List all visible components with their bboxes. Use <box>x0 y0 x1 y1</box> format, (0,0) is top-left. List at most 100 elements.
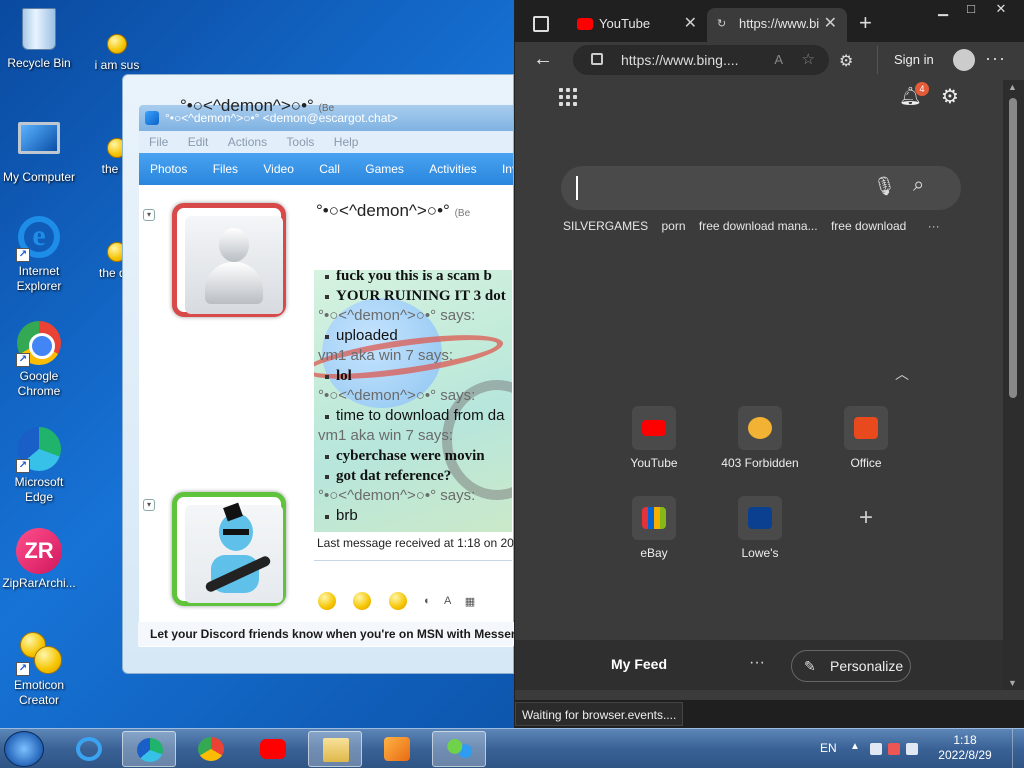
extensions-icon[interactable]: ⚙ <box>839 51 853 71</box>
desktop-icon-my-computer[interactable]: My Computer <box>0 116 78 185</box>
close-tab-icon[interactable]: ✕ <box>824 8 837 40</box>
toolbar-files[interactable]: Files <box>213 153 238 185</box>
emoticon-picker-icon[interactable] <box>318 592 336 610</box>
sign-in-button[interactable]: Sign in <box>877 46 975 74</box>
quick-link-403-forbidden[interactable]: 403 Forbidden <box>717 406 803 470</box>
quick-link-ebay[interactable]: eBay <box>611 496 697 560</box>
sender-line: °•○<^demon^>○•° says: <box>318 487 476 504</box>
volume-icon[interactable] <box>906 743 918 755</box>
contact-avatar[interactable] <box>172 203 286 317</box>
new-tab-icon[interactable]: + <box>859 10 872 36</box>
taskbar-chrome[interactable] <box>184 731 238 767</box>
voice-clip-icon[interactable]: ◐ <box>424 595 431 607</box>
taskbar-media-player[interactable] <box>370 731 424 767</box>
personalize-button[interactable]: ✎ Personalize <box>791 650 911 682</box>
menu-edit[interactable]: Edit <box>188 135 209 149</box>
quick-link-office[interactable]: Office <box>823 406 909 470</box>
trending-item[interactable]: porn <box>661 219 685 233</box>
quick-link-lowes[interactable]: Lowe's <box>717 496 803 560</box>
minimize-icon[interactable]: ▁ <box>929 0 957 18</box>
collapse-self-button[interactable]: ▾ <box>143 499 155 511</box>
scroll-up-icon[interactable]: ▲ <box>1008 82 1017 92</box>
desktop-icon-ziprar[interactable]: ZR ZipRarArchi... <box>0 528 78 591</box>
taskbar-messenger[interactable] <box>432 731 486 767</box>
desktop-icon-google-chrome[interactable]: ↗ Google Chrome <box>0 320 78 399</box>
my-feed-tab[interactable]: My Feed <box>611 656 667 672</box>
app-launcher-icon[interactable] <box>559 88 579 108</box>
url-text: https://www.bing.... <box>621 52 739 68</box>
toolbar-video[interactable]: Video <box>263 153 293 185</box>
back-arrow-icon[interactable]: ← <box>533 48 553 71</box>
message-input[interactable] <box>314 560 512 588</box>
toolbar-invite[interactable]: Invit <box>502 153 513 185</box>
toolbar-photos[interactable]: Photos <box>150 153 187 185</box>
action-center-icon[interactable] <box>870 743 882 755</box>
desktop-icon-i-am-sus[interactable]: i am sus <box>78 34 156 73</box>
close-tab-icon[interactable]: ✕ <box>684 8 697 40</box>
menu-tools[interactable]: Tools <box>286 135 314 149</box>
font-icon[interactable]: A <box>444 595 451 607</box>
more-options-icon[interactable]: ··· <box>985 48 1006 69</box>
desktop-icon-label: Microsoft Edge <box>14 475 64 504</box>
desktop-icon-recycle-bin[interactable]: Recycle Bin <box>0 6 78 71</box>
desktop-icon-internet-explorer[interactable]: e ↗ Internet Explorer <box>0 214 78 294</box>
loading-favicon: ↻ <box>717 18 727 30</box>
taskbar-explorer[interactable] <box>308 731 362 767</box>
scrollbar-thumb[interactable] <box>1009 98 1017 398</box>
show-hidden-icons[interactable]: ▲ <box>850 741 860 752</box>
more-trending-icon[interactable]: ··· <box>928 219 940 233</box>
taskbar-internet-explorer[interactable] <box>62 731 116 767</box>
tab-label: https://www.bi <box>739 16 820 31</box>
desktop-icon-microsoft-edge[interactable]: ↗ Microsoft Edge <box>0 426 78 505</box>
sender-line: °•○<^demon^>○•° says: <box>318 307 476 324</box>
contact-header-name: °•○<^demon^>○•° <box>316 201 450 220</box>
start-button[interactable] <box>4 731 44 767</box>
network-icon[interactable] <box>888 743 900 755</box>
trending-item[interactable]: free download <box>831 219 906 233</box>
collapse-quick-links-icon[interactable]: ︿ <box>895 364 909 384</box>
read-aloud-icon[interactable]: A <box>774 45 783 75</box>
toolbar-games[interactable]: Games <box>365 153 404 185</box>
vertical-tabs-icon[interactable] <box>533 16 549 32</box>
menu-file[interactable]: File <box>149 135 168 149</box>
youtube-icon <box>260 739 286 759</box>
scroll-down-icon[interactable]: ▼ <box>1008 678 1017 688</box>
tab-youtube[interactable]: YouTube ✕ <box>567 8 707 42</box>
background-icon[interactable]: ▦ <box>465 595 475 608</box>
chat-message: cyberchase were movin <box>314 446 512 466</box>
maximize-icon[interactable]: □ <box>957 0 985 18</box>
desktop-icon-label: Internet Explorer <box>16 264 62 293</box>
clock[interactable]: 1:18 2022/8/29 <box>930 733 1000 763</box>
close-window-icon[interactable]: ✕ <box>987 0 1015 18</box>
feed-more-icon[interactable]: ··· <box>749 654 765 672</box>
chat-message: lol <box>314 366 512 386</box>
nudge-icon[interactable] <box>388 592 407 610</box>
collapse-contact-button[interactable]: ▾ <box>143 209 155 221</box>
quick-link-youtube[interactable]: YouTube <box>611 406 697 470</box>
language-indicator[interactable]: EN <box>820 741 837 755</box>
add-quick-link-button[interactable]: + <box>823 496 909 546</box>
toolbar-call[interactable]: Call <box>319 153 340 185</box>
self-avatar[interactable] <box>172 492 286 606</box>
bing-search-box[interactable]: 🎙︎ ⌕ <box>561 166 961 210</box>
tab-bing[interactable]: ↻ https://www.bi ✕ <box>707 8 847 42</box>
search-icon[interactable]: ⌕ <box>913 174 924 197</box>
taskbar-youtube[interactable] <box>246 731 300 767</box>
microphone-icon[interactable]: 🎙︎ <box>873 176 896 197</box>
notification-count-badge: 4 <box>915 82 929 96</box>
show-desktop-button[interactable] <box>1012 729 1024 768</box>
wink-picker-icon[interactable] <box>353 592 372 610</box>
toolbar-activities[interactable]: Activities <box>429 153 476 185</box>
chat-history[interactable]: fuck you this is a scam b YOUR RUINING IT… <box>314 270 512 532</box>
menu-help[interactable]: Help <box>334 135 359 149</box>
trending-item[interactable]: free download mana... <box>699 219 818 233</box>
taskbar-edge[interactable] <box>122 731 176 767</box>
menu-actions[interactable]: Actions <box>228 135 267 149</box>
trending-item[interactable]: SILVERGAMES <box>563 219 648 233</box>
msn-ad-banner[interactable]: Let your Discord friends know when you'r… <box>138 622 514 646</box>
desktop-icon-emoticon-creator[interactable]: ↗ Emoticon Creator <box>0 630 78 708</box>
address-bar[interactable]: https://www.bing.... A ☆ <box>573 45 829 75</box>
page-scrollbar[interactable]: ▲ ▼ <box>1003 80 1024 690</box>
page-settings-gear-icon[interactable]: ⚙ <box>941 84 959 109</box>
favorites-star-icon[interactable]: ☆ <box>802 45 815 75</box>
